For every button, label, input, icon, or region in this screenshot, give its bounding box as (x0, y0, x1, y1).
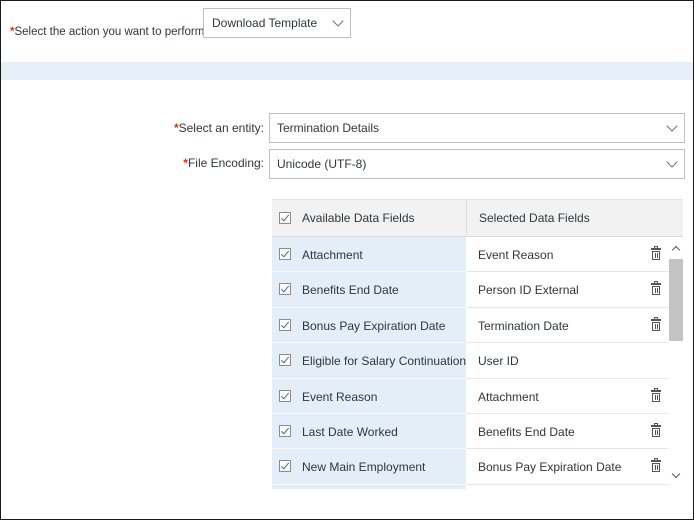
trash-icon[interactable] (651, 281, 661, 296)
available-field-label: Attachment (302, 248, 363, 262)
action-select[interactable]: Download Template (203, 8, 351, 38)
selected-field-row[interactable]: Person ID External (466, 272, 683, 308)
available-field-label: Bonus Pay Expiration Date (302, 318, 446, 333)
scroll-up-icon[interactable] (671, 245, 681, 255)
entity-label-text: Select an entity: (178, 121, 264, 135)
scrollbar-thumb[interactable] (669, 259, 683, 341)
trash-icon[interactable] (651, 387, 661, 402)
available-field-label: Last Date Worked (302, 424, 398, 439)
scroll-down-icon[interactable] (671, 469, 681, 479)
trash-icon[interactable] (651, 458, 661, 473)
available-fields-header-label: Available Data Fields (302, 211, 415, 225)
select-all-checkbox[interactable] (279, 212, 291, 224)
checkbox-checked-icon[interactable] (279, 460, 291, 473)
selected-field-row[interactable]: Attachment (466, 379, 683, 414)
checkbox-checked-icon[interactable] (279, 318, 291, 331)
checkbox-checked-icon[interactable] (279, 283, 291, 296)
selected-field-label: Benefits End Date (478, 424, 575, 439)
action-select-value: Download Template (212, 16, 318, 30)
selected-field-row[interactable]: Bonus Pay Expiration Date (466, 449, 683, 485)
chevron-down-icon (666, 156, 678, 168)
section-divider-band (1, 62, 693, 80)
available-field-label: Event Reason (302, 389, 378, 404)
available-field-row[interactable]: Attachment (272, 237, 466, 273)
chevron-down-icon (666, 120, 678, 132)
checkbox-checked-icon[interactable] (279, 424, 291, 437)
encoding-select[interactable]: Unicode (UTF-8) (269, 149, 685, 179)
chevron-down-icon (332, 15, 344, 27)
encoding-label: *File Encoding: (183, 156, 264, 170)
checkbox-checked-icon[interactable] (279, 389, 291, 402)
trash-icon[interactable] (651, 246, 661, 260)
available-field-row[interactable]: New Main Employment (272, 449, 466, 485)
selected-field-row[interactable]: Benefits End Date (466, 414, 683, 450)
selected-field-label: Bonus Pay Expiration Date (478, 460, 622, 475)
selected-fields-scrollbar[interactable] (669, 237, 683, 489)
entity-select[interactable]: Termination Details (269, 113, 685, 143)
encoding-select-value: Unicode (UTF-8) (277, 157, 367, 171)
available-fields-list: Attachment Benefits End Date Bonus Pay E… (272, 237, 466, 489)
selected-fields-list: Event Reason Person ID External Terminat… (466, 237, 683, 489)
selected-field-label: User ID (478, 354, 519, 369)
selected-fields-header-label: Selected Data Fields (479, 211, 590, 225)
available-field-label: Benefits End Date (302, 283, 399, 298)
selected-field-label: Termination Date (478, 318, 569, 333)
checkbox-checked-icon[interactable] (279, 248, 291, 260)
available-fields-header: Available Data Fields (272, 199, 466, 237)
selected-field-row[interactable]: User ID (466, 343, 683, 379)
selected-field-label: Event Reason (478, 248, 554, 262)
entity-select-value: Termination Details (277, 121, 380, 135)
fields-table: Available Data Fields Selected Data Fiel… (272, 199, 683, 489)
available-field-label: New Main Employment (302, 460, 426, 475)
encoding-label-text: File Encoding: (187, 156, 264, 170)
available-field-row[interactable]: Eligible for Salary Continuation (272, 343, 466, 379)
available-field-label: Eligible for Salary Continuation (302, 354, 466, 369)
checkbox-checked-icon[interactable] (279, 354, 291, 367)
selected-field-label: Attachment (478, 389, 539, 404)
entity-label: *Select an entity: (174, 121, 264, 135)
available-field-row[interactable]: Benefits End Date (272, 272, 466, 308)
available-field-row[interactable]: Last Date Worked (272, 414, 466, 450)
action-label-text: Select the action you want to perform: (14, 26, 208, 38)
trash-icon[interactable] (651, 316, 661, 331)
available-field-row[interactable]: Bonus Pay Expiration Date (272, 308, 466, 344)
selected-fields-header: Selected Data Fields (466, 199, 683, 237)
selected-field-label: Person ID External (478, 283, 579, 298)
selected-field-row[interactable]: Event Reason (466, 237, 683, 273)
selected-field-row[interactable]: Termination Date (466, 308, 683, 344)
action-label: *Select the action you want to perform: (10, 26, 208, 38)
available-field-row[interactable]: Event Reason (272, 379, 466, 414)
trash-icon[interactable] (651, 422, 661, 437)
